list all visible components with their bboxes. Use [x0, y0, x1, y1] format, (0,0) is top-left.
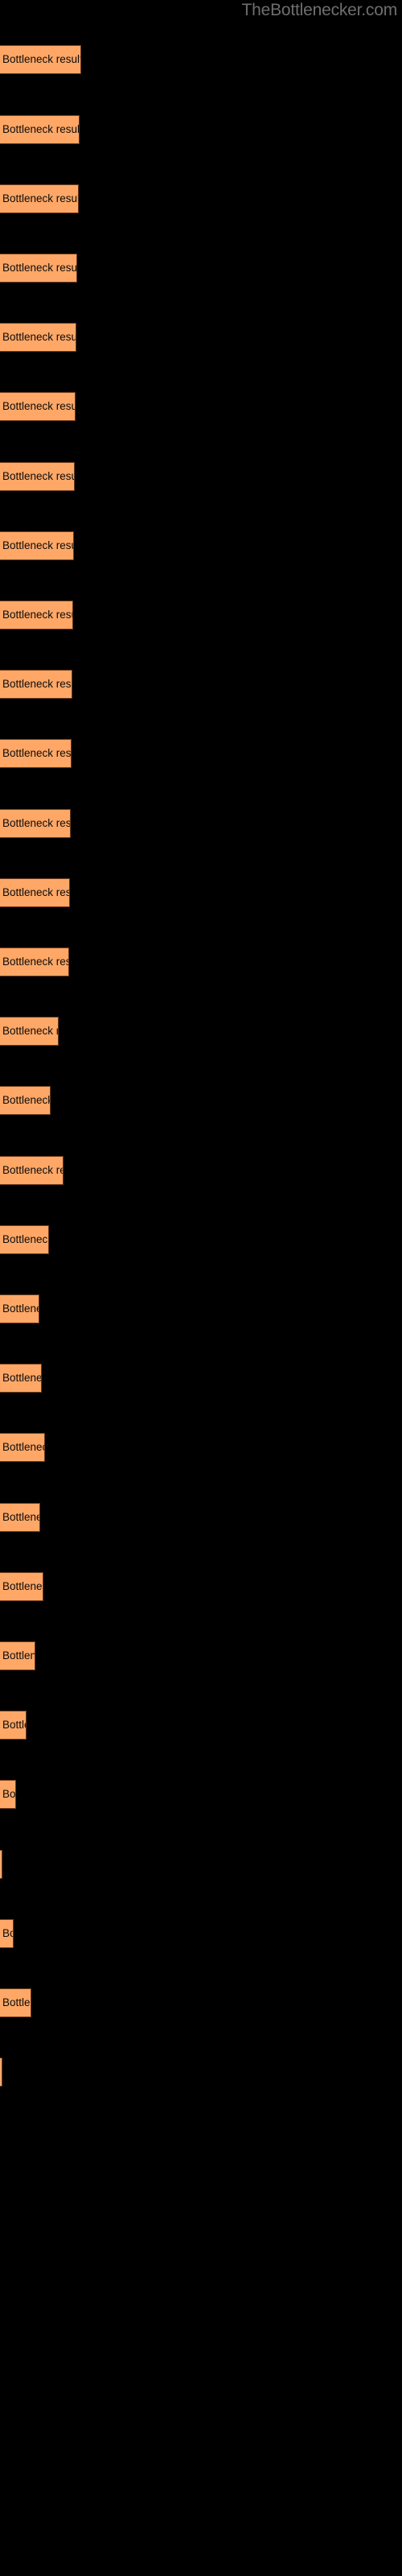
bar-label: Bottleneck result — [2, 470, 75, 482]
bar-segment[interactable]: Bottleneck result — [0, 1017, 59, 1046]
bar-segment[interactable]: Bottleneck result — [0, 115, 80, 144]
bar-label: Bottleneck result — [2, 747, 72, 759]
bar-segment[interactable]: Bottleneck result — [0, 1780, 16, 1809]
bar-segment[interactable]: Bottleneck result — [0, 184, 79, 213]
bar-segment[interactable]: Bottleneck result — [0, 739, 72, 768]
bar-segment[interactable]: Bottleneck result — [0, 809, 71, 838]
bar-row: Bottleneck result — [0, 115, 402, 144]
bar-label: Bottleneck result — [2, 1372, 42, 1384]
bar-segment[interactable]: Bottleneck result — [0, 1364, 42, 1393]
bar-row: Bottleneck result — [0, 531, 402, 560]
bar-segment[interactable]: Bottleneck result — [0, 878, 70, 907]
bar-segment[interactable]: Bottleneck result — [0, 323, 76, 352]
bar-label: Bottleneck result — [2, 956, 68, 968]
bar-label: Bottleneck result — [2, 1233, 49, 1245]
bar-label: Bottleneck result — [2, 53, 81, 65]
bar-segment[interactable]: Bottleneck result — [0, 254, 77, 283]
bar-row: Bottleneck result — [0, 1711, 402, 1740]
bar-segment[interactable]: Bottleneck result — [0, 45, 81, 74]
bar-label: Bottleneck result — [2, 817, 71, 829]
bar-label: Bottleneck result — [2, 331, 76, 343]
bar-row: Bottleneck result — [0, 392, 402, 421]
bar-label: Bottleneck result — [2, 1788, 16, 1800]
bar-row: Bottleneck result — [0, 1086, 402, 1115]
bar-label: Bottleneck result — [2, 678, 72, 690]
bar-row: Bottleneck result — [0, 462, 402, 491]
bar-segment[interactable]: Bottleneck result — [0, 1988, 31, 2017]
bar-segment[interactable]: Bottleneck result — [0, 670, 72, 699]
bar-segment[interactable]: Bottleneck result — [0, 1919, 14, 1948]
bar-label: Bottleneck result — [2, 1996, 31, 2008]
bar-label: Bottleneck result — [2, 123, 80, 135]
bar-segment[interactable]: Bottleneck result — [0, 1711, 27, 1740]
bar-label: Bottleneck result — [2, 1025, 58, 1037]
bar-label: Bottleneck result — [2, 539, 73, 551]
bar-row: Bottleneck result — [0, 1225, 402, 1254]
bar-segment[interactable]: Bottleneck result — [0, 1225, 49, 1254]
bar-row: Bottleneck result — [0, 184, 402, 213]
bar-segment[interactable]: Bottleneck result — [0, 947, 69, 976]
bar-label: Bottleneck result — [2, 1719, 26, 1731]
bar-label: Bottleneck result — [2, 609, 72, 621]
bar-segment[interactable]: Bottleneck result — [0, 1850, 2, 1879]
bar-row: Bottleneck result — [0, 1572, 402, 1601]
bar-row: Bottleneck result — [0, 1017, 402, 1046]
bar-label: Bottleneck result — [2, 1649, 35, 1662]
bar-label: Bottleneck result — [2, 886, 70, 898]
bar-segment[interactable]: Bottleneck result — [0, 392, 76, 421]
bar-label: Bottleneck result — [2, 1441, 44, 1453]
bar-row: Bottleneck result — [0, 1780, 402, 1809]
bar-segment[interactable]: Bottleneck result — [0, 1433, 45, 1462]
bar-label: Bottleneck result — [2, 1580, 43, 1592]
bar-row: Bottleneck result — [0, 1919, 402, 1948]
bar-row: Bottleneck result — [0, 947, 402, 976]
bar-row: Bottleneck result — [0, 2058, 402, 2087]
bar-row: Bottleneck result — [0, 323, 402, 352]
bar-segment[interactable]: Bottleneck result — [0, 531, 74, 560]
bar-row: Bottleneck result — [0, 878, 402, 907]
bar-row: Bottleneck result — [0, 1433, 402, 1462]
bar-label: Bottleneck result — [2, 1302, 39, 1315]
bar-label: Bottleneck result — [2, 192, 79, 204]
bar-segment[interactable]: Bottleneck result — [0, 1641, 35, 1670]
bar-segment[interactable]: Bottleneck result — [0, 1572, 43, 1601]
bar-row: Bottleneck result — [0, 254, 402, 283]
bar-label: Bottleneck result — [2, 1927, 13, 1939]
bar-row: Bottleneck result — [0, 809, 402, 838]
bar-row: Bottleneck result — [0, 670, 402, 699]
bar-segment[interactable]: Bottleneck result — [0, 1503, 40, 1532]
bar-segment[interactable]: Bottleneck result — [0, 601, 73, 630]
bar-row: Bottleneck result — [0, 1294, 402, 1323]
bar-segment[interactable]: Bottleneck result — [0, 1294, 39, 1323]
bar-label: Bottleneck result — [2, 262, 77, 274]
bar-segment[interactable]: Bottleneck result — [0, 462, 75, 491]
bar-row: Bottleneck result — [0, 1156, 402, 1185]
bar-label: Bottleneck result — [2, 400, 76, 412]
bar-segment[interactable]: Bottleneck result — [0, 1086, 51, 1115]
bar-row: Bottleneck result — [0, 1364, 402, 1393]
bar-label: Bottleneck result — [2, 1511, 39, 1523]
bar-row: Bottleneck result — [0, 1641, 402, 1670]
chart-page: TheBottlenecker.com Bottleneck result Bot… — [0, 0, 402, 2576]
bar-label: Bottleneck result — [2, 1094, 51, 1106]
bar-segment[interactable]: Bottleneck result — [0, 1156, 64, 1185]
bar-chart: Bottleneck result Bottleneck result Bottle… — [0, 0, 402, 2576]
bar-row: Bottleneck result — [0, 45, 402, 74]
bar-row: Bottleneck result — [0, 601, 402, 630]
bar-row: Bottleneck result — [0, 739, 402, 768]
bar-row: Bottleneck result — [0, 1850, 402, 1879]
bar-row: Bottleneck result — [0, 1503, 402, 1532]
bar-label: Bottleneck result — [2, 1164, 63, 1176]
bar-row: Bottleneck result — [0, 1988, 402, 2017]
bar-segment[interactable]: Bottleneck result — [0, 2058, 2, 2087]
